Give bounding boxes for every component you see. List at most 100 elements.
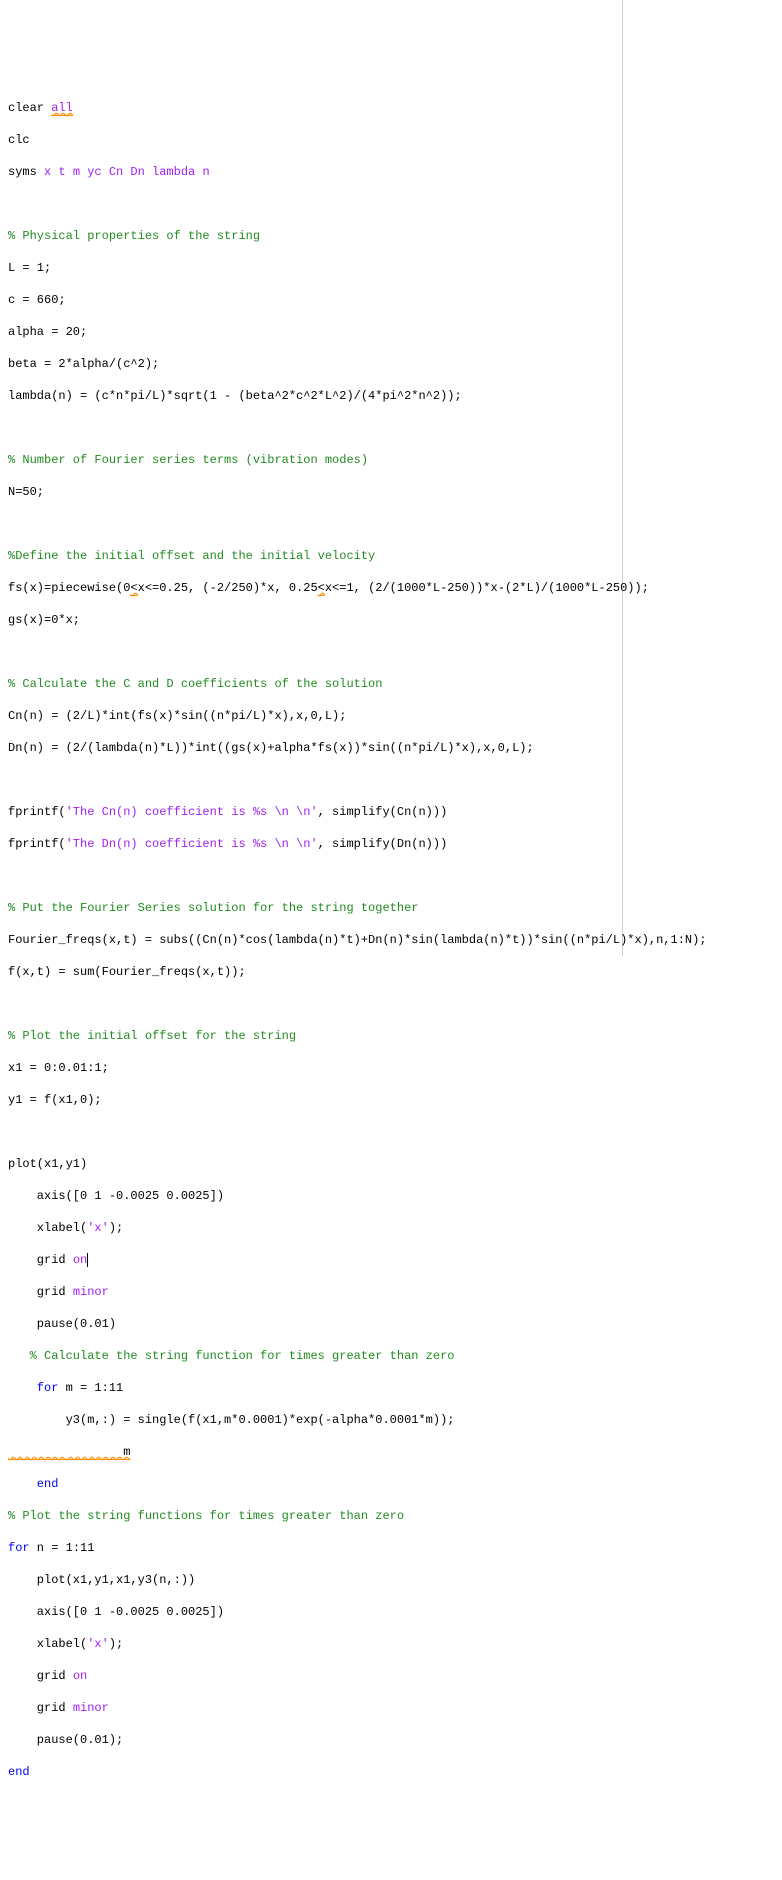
code-text: x<=0.25, (-2/250)*x, 0.25 <box>138 581 318 595</box>
code-line: N=50; <box>4 484 778 500</box>
code-text: pause(0.01); <box>8 1733 123 1747</box>
code-line: c = 660; <box>4 292 778 308</box>
code-line: y3(m,:) = single(f(x1,m*0.0001)*exp(-alp… <box>4 1412 778 1428</box>
code-comment: % Number of Fourier series terms (vibrat… <box>8 453 368 467</box>
code-line: plot(x1,y1) <box>4 1156 778 1172</box>
code-blank-line <box>4 868 778 884</box>
code-line: axis([0 1 -0.0025 0.0025]) <box>4 1188 778 1204</box>
code-text: grid <box>8 1253 73 1267</box>
code-text: Cn(n) = (2/L)*int(fs(x)*sin((n*pi/L)*x),… <box>8 709 346 723</box>
code-line: % Number of Fourier series terms (vibrat… <box>4 452 778 468</box>
code-text: N=50; <box>8 485 44 499</box>
code-warn-token: < <box>130 581 137 596</box>
code-text: x1 = 0:0.01:1; <box>8 1061 109 1075</box>
code-line: L = 1; <box>4 260 778 276</box>
code-text: lambda(n) = (c*n*pi/L)*sqrt(1 - (beta^2*… <box>8 389 462 403</box>
code-line: beta = 2*alpha/(c^2); <box>4 356 778 372</box>
code-line: ]for n = 1:11 <box>4 1540 778 1556</box>
code-keyword: for <box>8 1381 58 1395</box>
code-line: grid minor <box>4 1700 778 1716</box>
code-text: grid <box>8 1669 73 1683</box>
code-text: , simplify(Dn(n))) <box>318 837 448 851</box>
code-line: gs(x)=0*x; <box>4 612 778 628</box>
code-line: xlabel('x'); <box>4 1636 778 1652</box>
code-keyword: for <box>8 1541 30 1555</box>
code-line: f(x,t) = sum(Fourier_freqs(x,t)); <box>4 964 778 980</box>
code-text: clear <box>8 101 51 115</box>
code-line: % Plot the string functions for times gr… <box>4 1508 778 1524</box>
code-cmdarg: minor <box>73 1701 109 1715</box>
code-syms: x t m yc Cn Dn lambda n <box>44 165 210 179</box>
code-warn-token: all <box>51 101 73 116</box>
code-cmdarg: on <box>73 1669 87 1683</box>
code-text: f(x,t) = sum(Fourier_freqs(x,t)); <box>8 965 246 979</box>
code-line: clc <box>4 132 778 148</box>
code-line: xlabel('x'); <box>4 1220 778 1236</box>
code-text: axis([0 1 -0.0025 0.0025]) <box>8 1605 224 1619</box>
code-line: clear all <box>4 100 778 116</box>
code-line: lambda(n) = (c*n*pi/L)*sqrt(1 - (beta^2*… <box>4 388 778 404</box>
code-text: grid <box>8 1285 73 1299</box>
code-warn-token: m <box>8 1445 130 1460</box>
code-comment: % Put the Fourier Series solution for th… <box>8 901 418 915</box>
code-blank-line <box>4 644 778 660</box>
code-text: m = 1:11 <box>58 1381 123 1395</box>
code-text: gs(x)=0*x; <box>8 613 80 627</box>
code-text: ); <box>109 1221 123 1235</box>
code-line: fs(x)=piecewise(0<x<=0.25, (-2/250)*x, 0… <box>4 580 778 596</box>
code-blank-line <box>4 772 778 788</box>
code-string: 'x' <box>87 1221 109 1235</box>
code-text: Fourier_freqs(x,t) = subs((Cn(n)*cos(lam… <box>8 933 707 947</box>
code-line: pause(0.01); <box>4 1732 778 1748</box>
code-comment: %Define the initial offset and the initi… <box>8 549 375 563</box>
code-text: plot(x1,y1) <box>8 1157 87 1171</box>
code-text: ); <box>109 1637 123 1651</box>
code-line: ] for m = 1:11 <box>4 1380 778 1396</box>
code-cmdarg: on <box>73 1253 88 1267</box>
code-line: %Define the initial offset and the initi… <box>4 548 778 564</box>
code-line: - end <box>4 1476 778 1492</box>
code-text: c = 660; <box>8 293 66 307</box>
code-keyword: end <box>8 1765 30 1779</box>
code-keyword: end <box>8 1477 58 1491</box>
code-line: fprintf('The Dn(n) coefficient is %s \n … <box>4 836 778 852</box>
code-text: beta = 2*alpha/(c^2); <box>8 357 159 371</box>
code-text: , simplify(Cn(n))) <box>318 805 448 819</box>
code-line: alpha = 20; <box>4 324 778 340</box>
code-text: Dn(n) = (2/(lambda(n)*L))*int((gs(x)+alp… <box>8 741 534 755</box>
code-line: Dn(n) = (2/(lambda(n)*L))*int((gs(x)+alp… <box>4 740 778 756</box>
code-text: axis([0 1 -0.0025 0.0025]) <box>8 1189 224 1203</box>
code-text: clc <box>8 133 30 147</box>
code-text: xlabel( <box>8 1221 87 1235</box>
code-warn-token: < <box>318 581 325 596</box>
code-line: Cn(n) = (2/L)*int(fs(x)*sin((n*pi/L)*x),… <box>4 708 778 724</box>
code-comment: % Plot the initial offset for the string <box>8 1029 296 1043</box>
code-line: % Physical properties of the string <box>4 228 778 244</box>
code-text: fprintf( <box>8 805 66 819</box>
code-line: % Plot the initial offset for the string <box>4 1028 778 1044</box>
code-cmdarg: minor <box>73 1285 109 1299</box>
code-blank-line <box>4 196 778 212</box>
code-line: grid minor <box>4 1284 778 1300</box>
code-blank-line <box>4 1124 778 1140</box>
code-text: y3(m,:) = single(f(x1,m*0.0001)*exp(-alp… <box>8 1413 454 1427</box>
code-blank-line <box>4 996 778 1012</box>
code-comment: % Physical properties of the string <box>8 229 260 243</box>
code-text: n = 1:11 <box>30 1541 95 1555</box>
code-line: -end <box>4 1764 778 1780</box>
code-line: m <box>4 1444 778 1460</box>
code-text: alpha = 20; <box>8 325 87 339</box>
code-comment: % Calculate the string function for time… <box>8 1349 454 1363</box>
code-line: % Put the Fourier Series solution for th… <box>4 900 778 916</box>
code-line: % Calculate the string function for time… <box>4 1348 778 1364</box>
code-line: fprintf('The Cn(n) coefficient is %s \n … <box>4 804 778 820</box>
code-text: plot(x1,y1,x1,y3(n,:)) <box>8 1573 195 1587</box>
code-line: grid on <box>4 1252 778 1268</box>
code-editor-content: clear all clc syms x t m yc Cn Dn lambda… <box>4 84 778 1796</box>
code-line: y1 = f(x1,0); <box>4 1092 778 1108</box>
code-text: pause(0.01) <box>8 1317 116 1331</box>
code-text: fs(x)=piecewise(0 <box>8 581 130 595</box>
code-line: x1 = 0:0.01:1; <box>4 1060 778 1076</box>
code-line: pause(0.01) <box>4 1316 778 1332</box>
code-line: plot(x1,y1,x1,y3(n,:)) <box>4 1572 778 1588</box>
